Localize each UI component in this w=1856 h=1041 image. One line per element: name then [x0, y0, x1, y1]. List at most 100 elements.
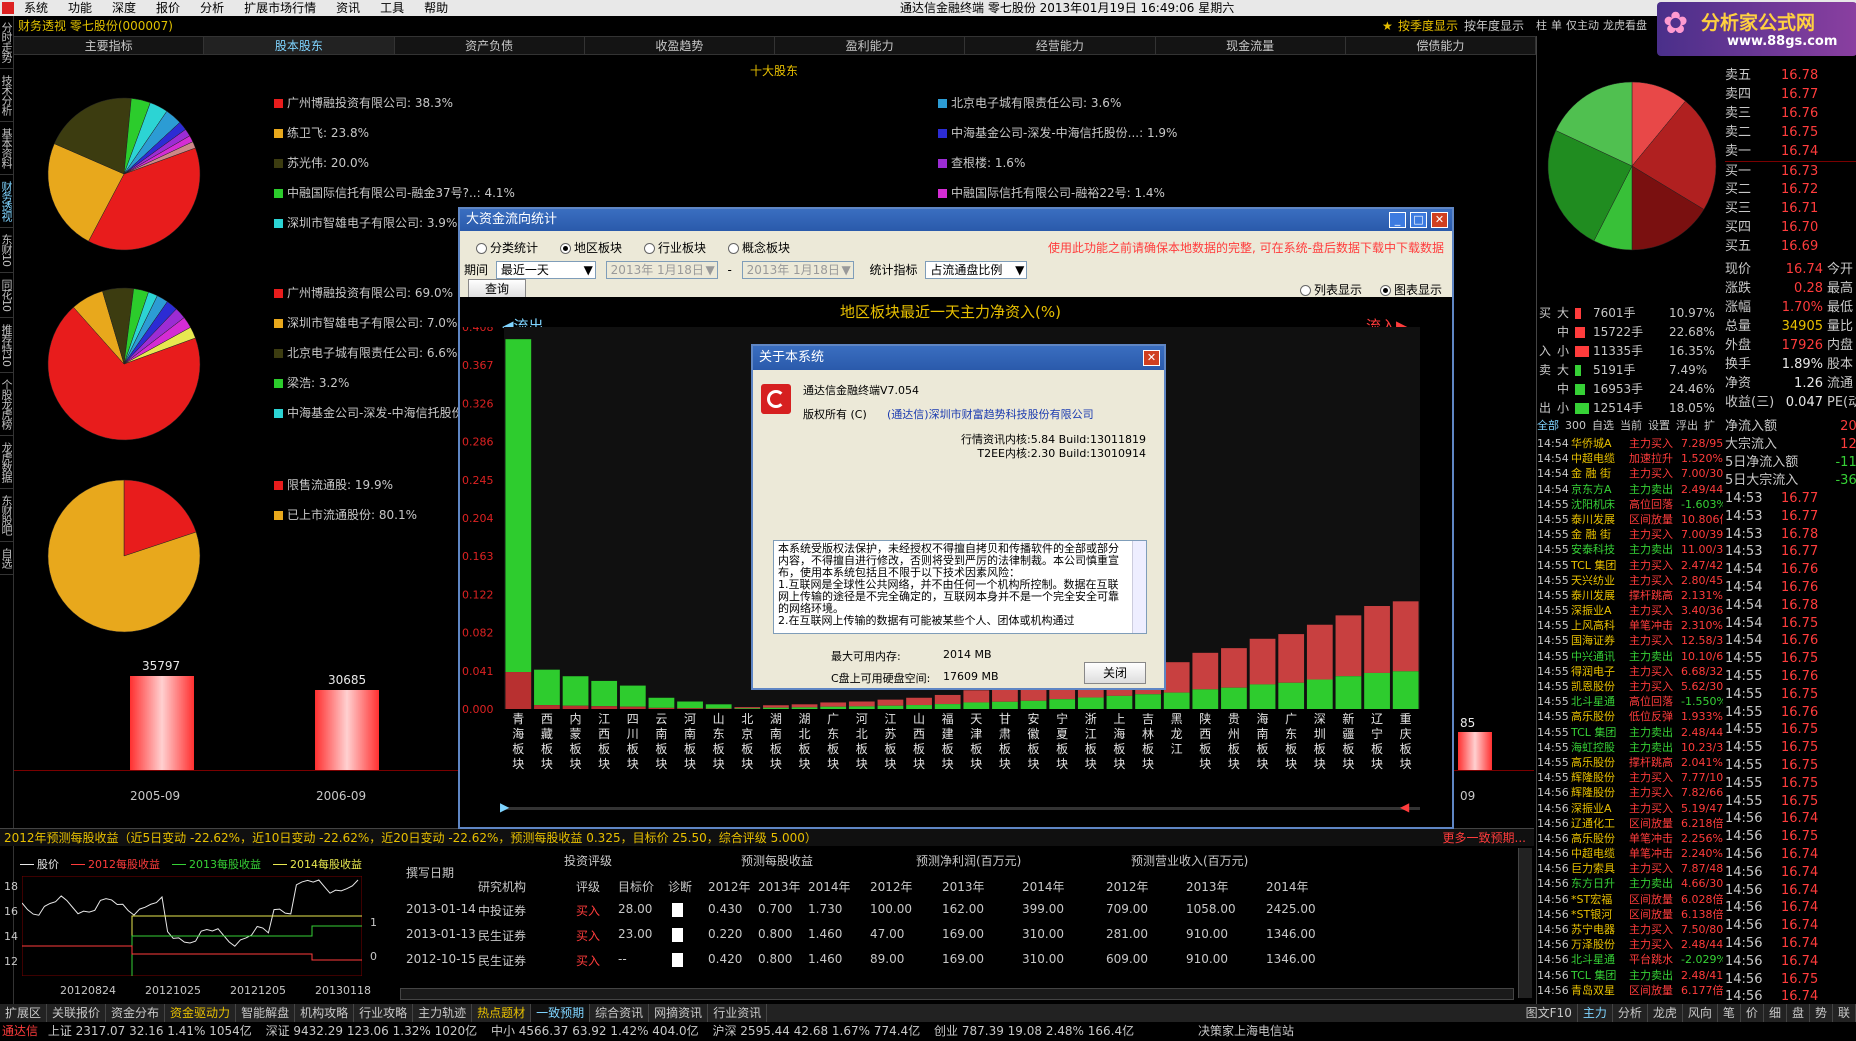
bottom-tab[interactable]: 主力轨迹	[413, 1004, 473, 1022]
metric-select[interactable]: 占流通盘比例 ▼	[925, 261, 1028, 279]
monitor-row[interactable]: 14:54 华侨城A 主力买入 7.28/95	[1537, 436, 1723, 451]
nav-tab[interactable]: 经营能力	[965, 37, 1156, 54]
header-tab[interactable]: 单	[1551, 19, 1562, 32]
minimize-button[interactable]: _	[1389, 212, 1406, 228]
menu-item[interactable]: 分析	[200, 1, 224, 15]
left-tab[interactable]: 推荐特10	[0, 318, 14, 373]
radio-dot[interactable]	[476, 243, 487, 254]
left-tab[interactable]: 东财股吧	[0, 489, 14, 542]
left-tab[interactable]: 个股龙虎榜	[0, 373, 14, 436]
category-radio[interactable]: 概念板块	[728, 241, 790, 255]
about-titlebar[interactable]: 关于本系统 ✕	[753, 346, 1164, 370]
monitor-row[interactable]: 14:55泰川发展区间放量 10.806倍	[1537, 512, 1723, 527]
license-notice[interactable]: 本系统受版权法保护，未经授权不得擅自拷贝和传播软件的全部或部分内容，不得擅自进行…	[773, 540, 1147, 634]
monitor-row[interactable]: 14:56 中超电缆 单笔冲击 2.240%	[1537, 846, 1723, 861]
bottom-tab[interactable]: 行业资讯	[708, 1004, 768, 1022]
query-button[interactable]: 查询	[468, 279, 526, 299]
bottom-tab[interactable]: 扩展区	[0, 1004, 48, 1022]
column-header[interactable]: 2013年	[758, 878, 801, 895]
orderbook-row[interactable]: 买二 16.72	[1725, 180, 1856, 199]
monitor-row[interactable]: 14:55 中兴通讯 主力卖出 10.10/6	[1537, 649, 1723, 664]
monitor-tab[interactable]: 全部	[1537, 419, 1559, 432]
monitor-row[interactable]: 14:55 TCL 集团 主力卖出 2.48/44	[1537, 725, 1723, 740]
bottom-tab[interactable]: 热点题材	[472, 1004, 532, 1022]
left-tab[interactable]: 同花10	[0, 273, 14, 318]
right-bottom-tab[interactable]: 势	[1810, 1004, 1833, 1022]
column-header[interactable]: 研究机构	[478, 878, 526, 895]
orderbook-row[interactable]: 卖二 16.75	[1725, 123, 1856, 142]
region-bar[interactable]	[1306, 624, 1333, 709]
monitor-tab[interactable]: 300	[1565, 419, 1586, 432]
left-tab[interactable]: 分时走势	[0, 16, 14, 69]
left-tab[interactable]: 技术分析	[0, 69, 14, 122]
forecast-hscrollbar[interactable]	[400, 988, 1514, 1000]
hs-index[interactable]: 沪深 2595.44 42.68 1.67% 774.4亿	[712, 1024, 920, 1038]
scroll-left-icon[interactable]: ▶	[500, 800, 509, 814]
monitor-tab[interactable]: 浮出	[1676, 419, 1698, 432]
left-tab[interactable]: 自选	[0, 542, 14, 575]
header-tab[interactable]: 龙虎看盘	[1603, 19, 1647, 32]
monitor-row[interactable]: 14:54 中超电缆 加速拉升 1.520%	[1537, 451, 1723, 466]
column-header[interactable]: 诊断	[668, 878, 692, 895]
right-bottom-tab[interactable]: 细	[1764, 1004, 1787, 1022]
region-bar[interactable]	[734, 707, 761, 709]
monitor-row[interactable]: 14:56 辽通化工 区间放量 6.218倍	[1537, 816, 1723, 831]
close-icon[interactable]: ✕	[1143, 350, 1160, 366]
table-row[interactable]: 2012-10-15 民生证券 买入 -- 0.420 0.800 1.460 89.00 16…	[396, 952, 1506, 972]
monitor-row[interactable]: 14:55 国海证券 主力买入 12.58/3	[1537, 633, 1723, 648]
nav-tab[interactable]: 现金流量	[1156, 37, 1346, 54]
nav-tab[interactable]: 盈利能力	[775, 37, 966, 54]
bottom-tab[interactable]: 关联报价	[47, 1004, 107, 1022]
forecast-table-scrollbar[interactable]	[1518, 848, 1532, 998]
bottom-tab[interactable]: 网摘资讯	[649, 1004, 709, 1022]
menu-item[interactable]: 系统	[24, 1, 48, 15]
scroll-right-icon[interactable]: ◀	[1400, 800, 1409, 814]
monitor-row[interactable]: 14:56 *ST宏福 区间放量 6.028倍	[1537, 892, 1723, 907]
column-header[interactable]: 2013年	[942, 878, 985, 895]
menu-item[interactable]: 工具	[380, 1, 404, 15]
monitor-row[interactable]: 14:55 海虹控股 主力卖出 10.23/3	[1537, 740, 1723, 755]
category-radio[interactable]: 行业板块	[644, 241, 706, 255]
yearly-link[interactable]: 按年度显示	[1464, 16, 1524, 36]
monitor-row[interactable]: 14:56 巨力索具 主力买入 7.87/48	[1537, 861, 1723, 876]
column-header[interactable]: 2012年	[870, 878, 913, 895]
bottom-tab[interactable]: 资金驱动力	[165, 1004, 237, 1022]
radio-dot[interactable]	[728, 243, 740, 254]
region-bar[interactable]	[562, 676, 589, 709]
region-bar[interactable]	[677, 701, 703, 709]
column-header[interactable]: 2012年	[708, 878, 751, 895]
column-header[interactable]: 评级	[576, 878, 600, 895]
nav-tab[interactable]: 偿债能力	[1346, 37, 1536, 54]
monitor-row[interactable]: 14:55 深振业A 主力买入 3.40/36	[1537, 603, 1723, 618]
right-bottom-tab[interactable]: 风向	[1683, 1004, 1718, 1022]
menu-item[interactable]: 扩展市场行情	[244, 1, 316, 15]
region-bar[interactable]	[1392, 601, 1419, 709]
view-radio[interactable]: 图表显示	[1379, 283, 1442, 297]
document-icon[interactable]	[672, 903, 683, 917]
chart-scroll-track[interactable]	[500, 807, 1420, 810]
region-bar[interactable]	[705, 704, 732, 709]
monitor-row[interactable]: 14:56 辉隆股份 主力买入 7.82/66	[1537, 785, 1723, 800]
monitor-row[interactable]: 14:56 深振业A 主力买入 5.19/47	[1537, 801, 1723, 816]
monitor-row[interactable]: 14:54 京东方A 主力卖出 2.49/44	[1537, 482, 1723, 497]
region-bar[interactable]	[1192, 652, 1219, 709]
header-tab[interactable]: 仅主动	[1566, 19, 1599, 32]
orderbook-row[interactable]: 卖三 16.76	[1725, 104, 1856, 123]
column-header[interactable]: 2014年	[808, 878, 851, 895]
orderbook-row[interactable]: 买一 16.73	[1725, 161, 1856, 180]
menu-item[interactable]: 资讯	[336, 1, 360, 15]
radio-dot[interactable]	[1379, 285, 1391, 296]
region-bar[interactable]	[848, 701, 875, 709]
region-bar[interactable]	[534, 669, 560, 709]
period-select[interactable]: 最近一天 ▼	[495, 261, 596, 279]
left-tab[interactable]: 龙虎数据	[0, 436, 14, 489]
monitor-tab[interactable]: 设置	[1648, 419, 1670, 432]
sz-index[interactable]: 深证 9432.29 123.06 1.32% 1020亿	[266, 1024, 478, 1038]
sh-index[interactable]: 上证 2317.07 32.16 1.41% 1054亿	[48, 1024, 252, 1038]
monitor-row[interactable]: 14:55 安泰科技 主力卖出 11.00/3	[1537, 542, 1723, 557]
region-bar[interactable]	[1335, 615, 1362, 709]
right-bottom-tab[interactable]: 联	[1833, 1004, 1856, 1022]
radio-dot[interactable]	[644, 243, 656, 254]
bottom-tab[interactable]: 综合资讯	[590, 1004, 650, 1022]
right-bottom-tab[interactable]: 盘	[1787, 1004, 1810, 1022]
